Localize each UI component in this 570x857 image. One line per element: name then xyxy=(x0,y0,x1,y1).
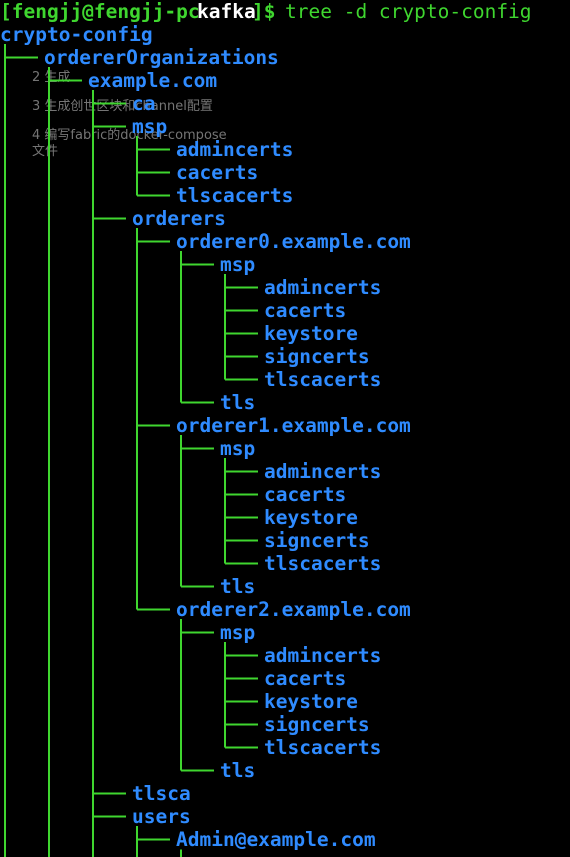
directory-name: orderer0.example.com xyxy=(176,230,411,253)
directory-name: admincerts xyxy=(264,460,382,483)
directory-name: signcerts xyxy=(264,529,370,552)
directory-name: tlscacerts xyxy=(176,184,294,207)
directory-name: orderer1.example.com xyxy=(176,414,411,437)
directory-name: msp xyxy=(220,253,256,276)
directory-name: tls xyxy=(220,759,256,782)
directory-name: tlscacerts xyxy=(264,368,382,391)
directory-name: users xyxy=(132,805,191,828)
directory-name: ca xyxy=(132,92,156,115)
directory-name: cacerts xyxy=(176,161,259,184)
directory-name: tls xyxy=(220,575,256,598)
directory-name: tlscacerts xyxy=(264,552,382,575)
command-text: tree -d crypto-config xyxy=(285,0,532,23)
directory-name: cacerts xyxy=(264,299,347,322)
prompt-terminator: ]$ xyxy=(252,0,288,23)
prompt-user-host: [fengjj@fengjj-pc xyxy=(0,0,212,23)
directory-name: Admin@example.com xyxy=(176,828,376,851)
directory-name: crypto-config xyxy=(0,23,153,46)
directory-name: orderers xyxy=(132,207,226,230)
shell-prompt-line: [fengjj@fengjj-pc kafka ]$ tree -d crypt… xyxy=(0,0,532,23)
ghost-sidebar-item: 3 生成创世区块和channel配置 xyxy=(32,99,213,114)
directory-name: keystore xyxy=(264,506,358,529)
directory-name: admincerts xyxy=(264,644,382,667)
directory-name: admincerts xyxy=(176,138,294,161)
directory-name: msp xyxy=(132,115,168,138)
ghost-sidebar-item: 文件 xyxy=(32,144,59,159)
directory-name: cacerts xyxy=(264,483,347,506)
directory-name: signcerts xyxy=(264,713,370,736)
directory-name: tlscacerts xyxy=(264,736,382,759)
directory-name: ordererOrganizations xyxy=(44,46,279,69)
directory-name: orderer2.example.com xyxy=(176,598,411,621)
prompt-directory: kafka xyxy=(197,0,256,23)
directory-name: msp xyxy=(220,621,256,644)
directory-name: cacerts xyxy=(264,667,347,690)
directory-name: keystore xyxy=(264,690,358,713)
directory-name: keystore xyxy=(264,322,358,345)
directory-name: tlsca xyxy=(132,782,191,805)
directory-name: msp xyxy=(220,437,256,460)
directory-name: example.com xyxy=(88,69,218,92)
directory-name: signcerts xyxy=(264,345,370,368)
directory-name: admincerts xyxy=(264,276,382,299)
directory-name: tls xyxy=(220,391,256,414)
